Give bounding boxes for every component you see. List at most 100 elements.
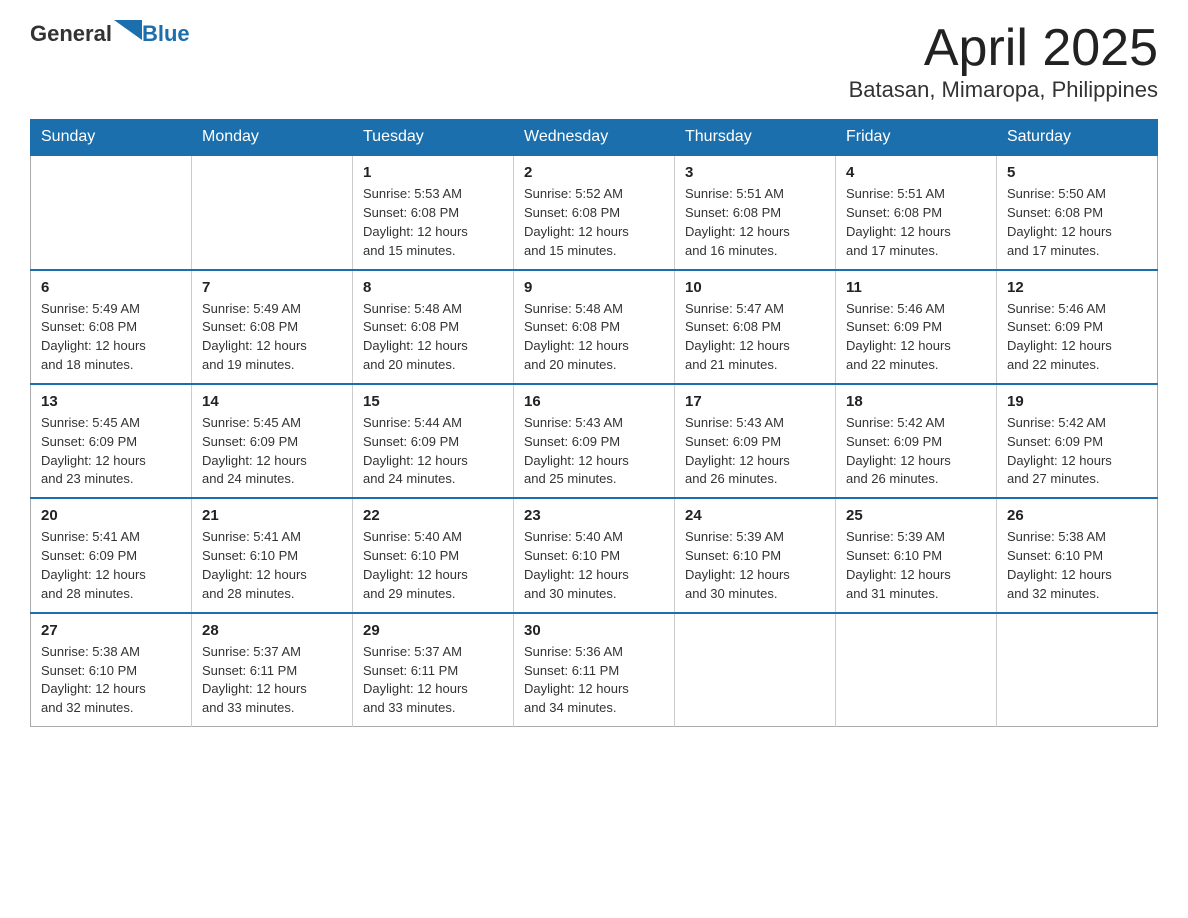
day-number: 18 — [846, 393, 986, 410]
logo-icon — [114, 20, 142, 48]
day-number: 29 — [363, 622, 503, 639]
calendar-cell: 7 Sunrise: 5:49 AM Sunset: 6:08 PM Daylig… — [192, 270, 353, 384]
calendar-title: April 2025 — [849, 20, 1158, 77]
calendar-cell — [836, 613, 997, 727]
week-row-5: 27 Sunrise: 5:38 AM Sunset: 6:10 PM Dayli… — [31, 613, 1158, 727]
header-friday: Friday — [836, 120, 997, 156]
logo: General Blue — [30, 20, 190, 48]
day-number: 28 — [202, 622, 342, 639]
day-info: Sunrise: 5:39 AM Sunset: 6:10 PM Dayligh… — [846, 528, 986, 603]
day-info: Sunrise: 5:46 AM Sunset: 6:09 PM Dayligh… — [846, 300, 986, 375]
calendar-cell: 30Sunrise: 5:36 AM Sunset: 6:11 PM Dayli… — [514, 613, 675, 727]
day-number: 8 — [363, 279, 503, 296]
day-number: 26 — [1007, 507, 1147, 524]
calendar-cell: 5 Sunrise: 5:50 AM Sunset: 6:08 PM Daylig… — [997, 155, 1158, 269]
week-row-3: 13 Sunrise: 5:45 AM Sunset: 6:09 PM Dayli… — [31, 384, 1158, 498]
week-row-4: 20Sunrise: 5:41 AM Sunset: 6:09 PM Dayli… — [31, 498, 1158, 612]
header-sunday: Sunday — [31, 120, 192, 156]
day-info: Sunrise: 5:39 AM Sunset: 6:10 PM Dayligh… — [685, 528, 825, 603]
day-number: 30 — [524, 622, 664, 639]
day-number: 12 — [1007, 279, 1147, 296]
day-info: Sunrise: 5:41 AM Sunset: 6:10 PM Dayligh… — [202, 528, 342, 603]
week-row-2: 6 Sunrise: 5:49 AM Sunset: 6:08 PM Daylig… — [31, 270, 1158, 384]
week-row-1: 1Sunrise: 5:53 AM Sunset: 6:08 PM Daylig… — [31, 155, 1158, 269]
day-number: 21 — [202, 507, 342, 524]
calendar-cell: 6 Sunrise: 5:49 AM Sunset: 6:08 PM Daylig… — [31, 270, 192, 384]
day-info: Sunrise: 5:42 AM Sunset: 6:09 PM Dayligh… — [1007, 414, 1147, 489]
calendar-header-row: Sunday Monday Tuesday Wednesday Thursday… — [31, 120, 1158, 156]
day-info: Sunrise: 5:37 AM Sunset: 6:11 PM Dayligh… — [202, 643, 342, 718]
day-number: 11 — [846, 279, 986, 296]
calendar-cell — [675, 613, 836, 727]
calendar-cell: 23 Sunrise: 5:40 AM Sunset: 6:10 PM Dayli… — [514, 498, 675, 612]
day-number: 24 — [685, 507, 825, 524]
day-number: 3 — [685, 164, 825, 181]
day-number: 17 — [685, 393, 825, 410]
day-info: Sunrise: 5:50 AM Sunset: 6:08 PM Dayligh… — [1007, 185, 1147, 260]
day-number: 25 — [846, 507, 986, 524]
day-info: Sunrise: 5:48 AM Sunset: 6:08 PM Dayligh… — [524, 300, 664, 375]
title-block: April 2025 Batasan, Mimaropa, Philippine… — [849, 20, 1158, 103]
day-info: Sunrise: 5:49 AM Sunset: 6:08 PM Dayligh… — [202, 300, 342, 375]
day-info: Sunrise: 5:43 AM Sunset: 6:09 PM Dayligh… — [524, 414, 664, 489]
header-tuesday: Tuesday — [353, 120, 514, 156]
calendar-cell: 26 Sunrise: 5:38 AM Sunset: 6:10 PM Dayli… — [997, 498, 1158, 612]
calendar-cell — [192, 155, 353, 269]
header-thursday: Thursday — [675, 120, 836, 156]
day-number: 27 — [41, 622, 181, 639]
day-info: Sunrise: 5:42 AM Sunset: 6:09 PM Dayligh… — [846, 414, 986, 489]
calendar-cell: 29Sunrise: 5:37 AM Sunset: 6:11 PM Dayli… — [353, 613, 514, 727]
day-info: Sunrise: 5:43 AM Sunset: 6:09 PM Dayligh… — [685, 414, 825, 489]
day-number: 20 — [41, 507, 181, 524]
calendar-cell: 8Sunrise: 5:48 AM Sunset: 6:08 PM Daylig… — [353, 270, 514, 384]
calendar-cell: 12 Sunrise: 5:46 AM Sunset: 6:09 PM Dayli… — [997, 270, 1158, 384]
calendar-cell: 2 Sunrise: 5:52 AM Sunset: 6:08 PM Daylig… — [514, 155, 675, 269]
calendar-cell: 18 Sunrise: 5:42 AM Sunset: 6:09 PM Dayli… — [836, 384, 997, 498]
calendar-cell: 9 Sunrise: 5:48 AM Sunset: 6:08 PM Daylig… — [514, 270, 675, 384]
day-info: Sunrise: 5:49 AM Sunset: 6:08 PM Dayligh… — [41, 300, 181, 375]
day-number: 19 — [1007, 393, 1147, 410]
calendar-cell: 21 Sunrise: 5:41 AM Sunset: 6:10 PM Dayli… — [192, 498, 353, 612]
calendar-cell — [31, 155, 192, 269]
day-number: 13 — [41, 393, 181, 410]
day-number: 6 — [41, 279, 181, 296]
page-header: General Blue April 2025 Batasan, Mimarop… — [30, 20, 1158, 103]
day-info: Sunrise: 5:44 AM Sunset: 6:09 PM Dayligh… — [363, 414, 503, 489]
day-number: 23 — [524, 507, 664, 524]
day-info: Sunrise: 5:46 AM Sunset: 6:09 PM Dayligh… — [1007, 300, 1147, 375]
header-saturday: Saturday — [997, 120, 1158, 156]
calendar-cell: 14 Sunrise: 5:45 AM Sunset: 6:09 PM Dayli… — [192, 384, 353, 498]
day-info: Sunrise: 5:38 AM Sunset: 6:10 PM Dayligh… — [1007, 528, 1147, 603]
calendar-cell: 10Sunrise: 5:47 AM Sunset: 6:08 PM Dayli… — [675, 270, 836, 384]
day-number: 14 — [202, 393, 342, 410]
calendar-cell: 16 Sunrise: 5:43 AM Sunset: 6:09 PM Dayli… — [514, 384, 675, 498]
day-info: Sunrise: 5:40 AM Sunset: 6:10 PM Dayligh… — [363, 528, 503, 603]
calendar-cell: 3Sunrise: 5:51 AM Sunset: 6:08 PM Daylig… — [675, 155, 836, 269]
day-number: 15 — [363, 393, 503, 410]
calendar-cell: 27 Sunrise: 5:38 AM Sunset: 6:10 PM Dayli… — [31, 613, 192, 727]
day-info: Sunrise: 5:38 AM Sunset: 6:10 PM Dayligh… — [41, 643, 181, 718]
day-info: Sunrise: 5:45 AM Sunset: 6:09 PM Dayligh… — [41, 414, 181, 489]
day-info: Sunrise: 5:40 AM Sunset: 6:10 PM Dayligh… — [524, 528, 664, 603]
calendar-cell: 19 Sunrise: 5:42 AM Sunset: 6:09 PM Dayli… — [997, 384, 1158, 498]
calendar-cell: 17 Sunrise: 5:43 AM Sunset: 6:09 PM Dayli… — [675, 384, 836, 498]
calendar-cell: 20Sunrise: 5:41 AM Sunset: 6:09 PM Dayli… — [31, 498, 192, 612]
day-info: Sunrise: 5:52 AM Sunset: 6:08 PM Dayligh… — [524, 185, 664, 260]
day-number: 7 — [202, 279, 342, 296]
day-number: 5 — [1007, 164, 1147, 181]
day-info: Sunrise: 5:45 AM Sunset: 6:09 PM Dayligh… — [202, 414, 342, 489]
day-info: Sunrise: 5:53 AM Sunset: 6:08 PM Dayligh… — [363, 185, 503, 260]
day-number: 9 — [524, 279, 664, 296]
day-info: Sunrise: 5:51 AM Sunset: 6:08 PM Dayligh… — [846, 185, 986, 260]
calendar-cell: 25 Sunrise: 5:39 AM Sunset: 6:10 PM Dayli… — [836, 498, 997, 612]
day-number: 2 — [524, 164, 664, 181]
calendar-cell: 28 Sunrise: 5:37 AM Sunset: 6:11 PM Dayli… — [192, 613, 353, 727]
calendar-cell: 15 Sunrise: 5:44 AM Sunset: 6:09 PM Dayli… — [353, 384, 514, 498]
day-number: 16 — [524, 393, 664, 410]
day-number: 4 — [846, 164, 986, 181]
header-monday: Monday — [192, 120, 353, 156]
calendar-cell: 24 Sunrise: 5:39 AM Sunset: 6:10 PM Dayli… — [675, 498, 836, 612]
calendar-table: Sunday Monday Tuesday Wednesday Thursday… — [30, 119, 1158, 727]
logo-general: General — [30, 21, 112, 47]
logo-blue: Blue — [142, 21, 190, 46]
